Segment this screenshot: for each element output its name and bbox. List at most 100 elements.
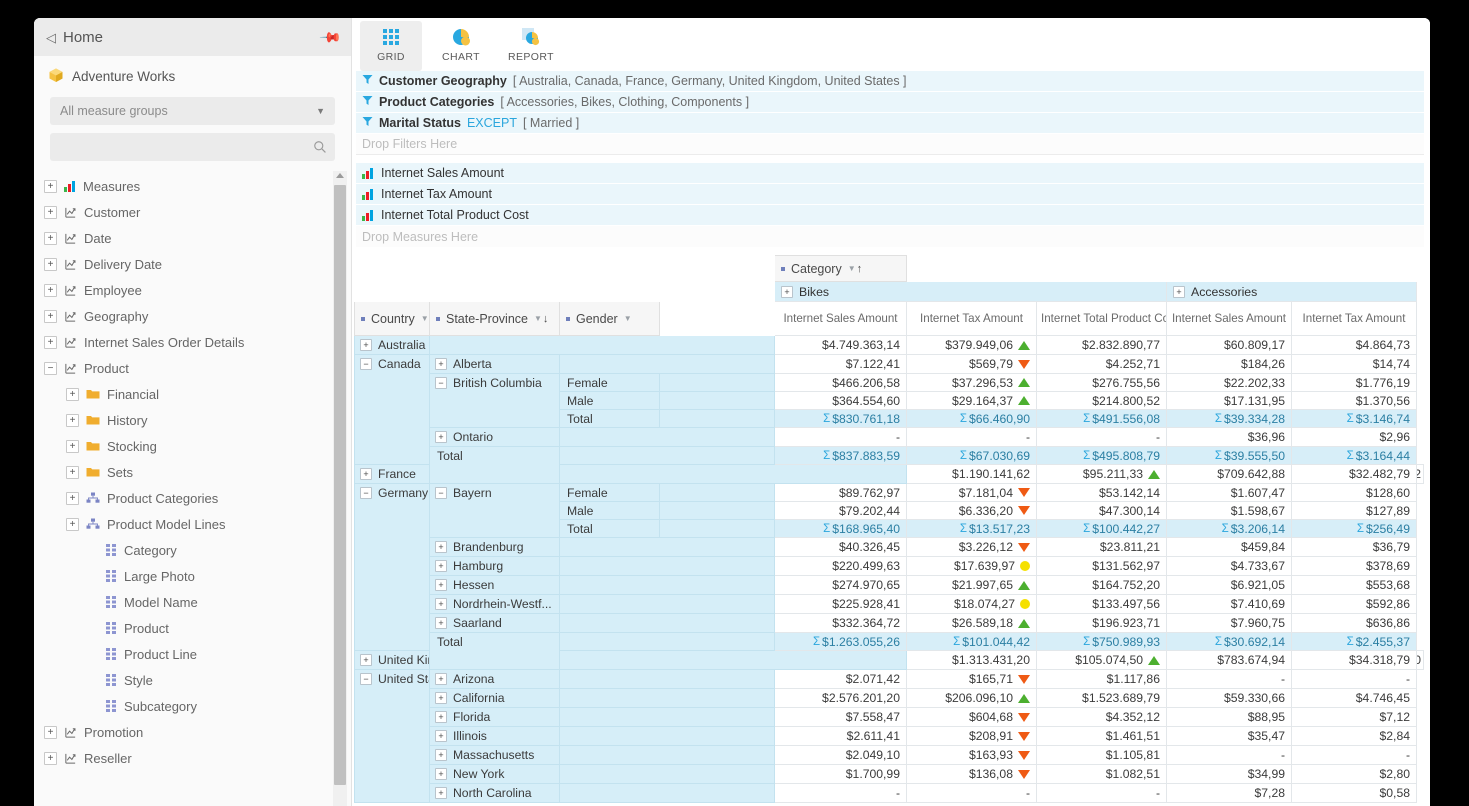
data-cell[interactable]: $32.482,79 bbox=[1291, 464, 1417, 484]
data-cell[interactable]: $35,47 bbox=[1166, 726, 1292, 746]
collapse-toggle[interactable]: − bbox=[435, 487, 447, 499]
measure-column-header[interactable]: Internet Tax Amount bbox=[906, 301, 1037, 336]
expand-toggle[interactable]: + bbox=[360, 468, 372, 480]
tree-node-product-line[interactable]: Product Line bbox=[34, 641, 333, 667]
sort-asc-icon[interactable]: ↑ bbox=[857, 263, 863, 275]
table-row[interactable]: + Hamburg $220.499,63 $17.639,97 $131.562,97… bbox=[355, 556, 1424, 576]
expand-toggle[interactable]: + bbox=[44, 257, 57, 271]
data-cell[interactable]: $1.523.689,79 bbox=[1036, 688, 1167, 708]
row-header-country[interactable]: + United Kingdom bbox=[354, 650, 430, 670]
data-cell[interactable]: $2,80 bbox=[1291, 764, 1417, 784]
tree-node-measures[interactable]: + Measures bbox=[34, 173, 333, 199]
data-cell[interactable]: $36,79 bbox=[1291, 537, 1417, 557]
filters-drop-zone[interactable]: Drop Filters Here bbox=[356, 134, 1424, 155]
tree-node-subcategory[interactable]: Subcategory bbox=[34, 693, 333, 719]
data-cell[interactable]: Σ $100.442,27 bbox=[1036, 519, 1167, 538]
data-cell[interactable]: $89.762,97 bbox=[774, 483, 907, 502]
data-cell[interactable]: $37.296,53 bbox=[906, 373, 1037, 392]
data-cell[interactable]: $0,58 bbox=[1291, 783, 1417, 803]
data-cell[interactable]: $7.558,47 bbox=[774, 707, 907, 727]
table-row[interactable]: + California $2.576.201,20 $206.096,10 $1.52… bbox=[355, 688, 1424, 708]
filter-row[interactable]: Customer Geography [ Australia, Canada, F… bbox=[356, 71, 1424, 92]
data-cell[interactable]: $136,08 bbox=[906, 764, 1037, 784]
data-cell[interactable]: $220.499,63 bbox=[774, 556, 907, 576]
data-cell[interactable]: Σ $67.030,69 bbox=[906, 446, 1037, 465]
expand-toggle[interactable]: + bbox=[781, 285, 793, 298]
data-cell[interactable]: $1.598,67 bbox=[1166, 501, 1292, 520]
data-cell[interactable]: Σ $30.692,14 bbox=[1166, 632, 1292, 651]
data-cell[interactable]: $1.190.141,62 bbox=[906, 464, 1037, 484]
row-header-state[interactable]: + Brandenburg bbox=[429, 537, 560, 557]
row-header-country[interactable]: + Australia bbox=[354, 335, 430, 355]
data-cell[interactable]: $22.202,33 bbox=[1166, 373, 1292, 392]
data-cell[interactable]: Σ $750.989,93 bbox=[1036, 632, 1167, 651]
measure-row[interactable]: Internet Tax Amount bbox=[356, 184, 1424, 205]
row-header-state[interactable]: Total bbox=[429, 632, 560, 670]
table-row[interactable]: + New York $1.700,99 $136,08 $1.082,51 $34,99… bbox=[355, 764, 1424, 784]
data-cell[interactable]: $196.923,71 bbox=[1036, 613, 1167, 633]
data-cell[interactable]: $17.131,95 bbox=[1166, 391, 1292, 410]
row-header-state[interactable]: Total bbox=[429, 446, 560, 484]
expand-toggle[interactable]: + bbox=[435, 431, 447, 443]
collapse-toggle[interactable]: − bbox=[360, 358, 372, 370]
data-cell[interactable]: $29.164,37 bbox=[906, 391, 1037, 410]
data-cell[interactable]: $1.117,86 bbox=[1036, 669, 1167, 689]
data-cell[interactable]: $7.960,75 bbox=[1166, 613, 1292, 633]
data-cell[interactable]: $14,74 bbox=[1291, 354, 1417, 374]
pivot-grid[interactable]: Category ▼ ↑ + Bikes + Accessories Country ▼ Stat… bbox=[354, 255, 1424, 806]
data-cell[interactable]: - bbox=[1036, 783, 1167, 803]
data-cell[interactable]: $26.589,18 bbox=[906, 613, 1037, 633]
data-cell[interactable]: $6.336,20 bbox=[906, 501, 1037, 520]
data-cell[interactable]: $214.800,52 bbox=[1036, 391, 1167, 410]
data-cell[interactable]: $332.364,72 bbox=[774, 613, 907, 633]
data-cell[interactable]: $783.674,94 bbox=[1166, 650, 1292, 670]
row-header-state[interactable]: + Massachusetts bbox=[429, 745, 560, 765]
tree-node-large-photo[interactable]: Large Photo bbox=[34, 563, 333, 589]
expand-toggle[interactable]: + bbox=[435, 358, 447, 370]
sidebar-home-label[interactable]: Home bbox=[63, 29, 322, 46]
row-header-state[interactable]: + North Carolina bbox=[429, 783, 560, 803]
chevron-left-icon[interactable]: ◁ bbox=[46, 31, 56, 44]
data-cell[interactable]: Σ $1.263.055,26 bbox=[774, 632, 907, 651]
expand-toggle[interactable]: + bbox=[66, 517, 79, 531]
row-header-state[interactable]: + Hessen bbox=[429, 575, 560, 595]
data-cell[interactable]: Σ $256,49 bbox=[1291, 519, 1417, 538]
data-cell[interactable]: $2.576.201,20 bbox=[774, 688, 907, 708]
expand-toggle[interactable]: + bbox=[435, 617, 447, 629]
data-cell[interactable]: Σ $495.808,79 bbox=[1036, 446, 1167, 465]
data-cell[interactable]: $1.370,56 bbox=[1291, 391, 1417, 410]
row-header-country[interactable]: −United States bbox=[354, 669, 430, 803]
data-cell[interactable]: $7,12 bbox=[1291, 707, 1417, 727]
data-cell[interactable]: $131.562,97 bbox=[1036, 556, 1167, 576]
tree-node-reseller[interactable]: + Reseller bbox=[34, 745, 333, 771]
expand-toggle[interactable]: + bbox=[66, 465, 79, 479]
sidebar-search[interactable] bbox=[50, 133, 335, 161]
expand-toggle[interactable]: + bbox=[44, 231, 57, 245]
table-row[interactable]: Total Σ $1.263.055,26 Σ $101.044,42 Σ $750.989… bbox=[355, 632, 1424, 670]
tree-node-internet-sales-order-details[interactable]: + Internet Sales Order Details bbox=[34, 329, 333, 355]
data-cell[interactable]: $7.181,04 bbox=[906, 483, 1037, 502]
data-cell[interactable]: $378,69 bbox=[1291, 556, 1417, 576]
expand-toggle[interactable]: + bbox=[435, 560, 447, 572]
row-header-state[interactable]: + Saarland bbox=[429, 613, 560, 633]
data-cell[interactable]: $225.928,41 bbox=[774, 594, 907, 614]
data-cell[interactable]: $1.776,19 bbox=[1291, 373, 1417, 392]
chevron-down-icon[interactable]: ▼ bbox=[624, 314, 632, 323]
filter-row[interactable]: Product Categories [ Accessories, Bikes, … bbox=[356, 92, 1424, 113]
row-header-state[interactable]: − Bayern bbox=[429, 483, 560, 538]
expand-toggle[interactable]: + bbox=[44, 179, 57, 193]
data-cell[interactable]: $34,99 bbox=[1166, 764, 1292, 784]
data-cell[interactable]: - bbox=[1166, 745, 1292, 765]
tab-chart[interactable]: CHART bbox=[430, 21, 492, 71]
measures-drop-zone[interactable]: Drop Measures Here bbox=[356, 226, 1424, 247]
tree-node-financial[interactable]: + Financial bbox=[34, 381, 333, 407]
data-cell[interactable]: Σ $168.965,40 bbox=[774, 519, 907, 538]
data-cell[interactable]: $4.252,71 bbox=[1036, 354, 1167, 374]
tree-node-customer[interactable]: + Customer bbox=[34, 199, 333, 225]
expand-toggle[interactable]: + bbox=[1173, 285, 1185, 298]
data-cell[interactable]: - bbox=[906, 783, 1037, 803]
row-header-country[interactable]: − Germany bbox=[354, 483, 430, 651]
data-cell[interactable]: $105.074,50 bbox=[1036, 650, 1167, 670]
data-cell[interactable]: $7.122,41 bbox=[774, 354, 907, 374]
data-cell[interactable]: $364.554,60 bbox=[774, 391, 907, 410]
